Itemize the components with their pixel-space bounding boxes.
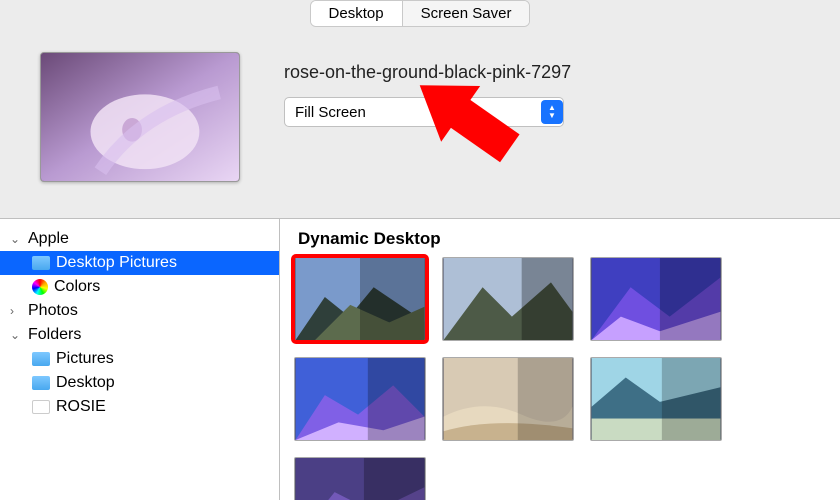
- sidebar-item-label: Pictures: [56, 350, 114, 368]
- sidebar-item-label: Desktop: [56, 374, 115, 392]
- fill-mode-value: Fill Screen: [295, 104, 366, 121]
- sidebar-item-label: Desktop Pictures: [56, 254, 177, 272]
- folder-icon: [32, 256, 50, 270]
- chevron-right-icon: ›: [10, 304, 22, 318]
- sidebar-group-label: Folders: [28, 326, 81, 344]
- folder-icon: [32, 352, 50, 366]
- color-wheel-icon: [32, 279, 48, 295]
- wallpaper-tile[interactable]: [590, 357, 722, 441]
- sidebar-item-label: Colors: [54, 278, 100, 296]
- wallpaper-gallery: Dynamic Desktop Light a: [280, 219, 840, 500]
- pref-tab-bar: Desktop Screen Saver: [0, 0, 840, 36]
- dynamic-desktop-grid: [294, 257, 826, 500]
- sidebar-group-folders[interactable]: ⌄ Folders: [0, 323, 279, 347]
- chevron-down-icon: ⌄: [10, 328, 22, 342]
- wallpaper-meta: rose-on-the-ground-black-pink-7297 Fill …: [284, 52, 571, 182]
- sidebar-item-desktop-folder[interactable]: Desktop: [0, 371, 279, 395]
- current-wallpaper-thumbnail: [40, 52, 240, 182]
- sidebar-group-apple[interactable]: ⌄ Apple: [0, 227, 279, 251]
- folder-icon: [32, 376, 50, 390]
- select-stepper-icon: ▲▼: [541, 100, 563, 124]
- tab-desktop[interactable]: Desktop: [311, 1, 402, 26]
- section-dynamic-desktop: Dynamic Desktop: [298, 229, 826, 249]
- source-list: ⌄ Apple Desktop Pictures Colors › Photos…: [0, 219, 280, 500]
- wallpaper-tile[interactable]: [294, 457, 426, 500]
- wallpaper-tile[interactable]: [294, 357, 426, 441]
- wallpaper-tile[interactable]: [442, 257, 574, 341]
- sidebar-group-label: Apple: [28, 230, 69, 248]
- sidebar-group-label: Photos: [28, 302, 78, 320]
- lower-panel: ⌄ Apple Desktop Pictures Colors › Photos…: [0, 218, 840, 500]
- wallpaper-tile[interactable]: [590, 257, 722, 341]
- tab-screen-saver[interactable]: Screen Saver: [402, 1, 530, 26]
- current-wallpaper-preview: rose-on-the-ground-black-pink-7297 Fill …: [40, 52, 571, 182]
- wallpaper-filename: rose-on-the-ground-black-pink-7297: [284, 62, 571, 83]
- sidebar-group-photos[interactable]: › Photos: [0, 299, 279, 323]
- tab-group: Desktop Screen Saver: [310, 0, 531, 27]
- folder-icon: [32, 400, 50, 414]
- wallpaper-tile[interactable]: [294, 257, 426, 341]
- sidebar-item-desktop-pictures[interactable]: Desktop Pictures: [0, 251, 279, 275]
- sidebar-item-rosie[interactable]: ROSIE: [0, 395, 279, 419]
- wallpaper-tile[interactable]: [442, 357, 574, 441]
- fill-mode-select[interactable]: Fill Screen ▲▼: [284, 97, 564, 127]
- chevron-down-icon: ⌄: [10, 232, 22, 246]
- sidebar-item-pictures[interactable]: Pictures: [0, 347, 279, 371]
- sidebar-item-colors[interactable]: Colors: [0, 275, 279, 299]
- sidebar-item-label: ROSIE: [56, 398, 106, 416]
